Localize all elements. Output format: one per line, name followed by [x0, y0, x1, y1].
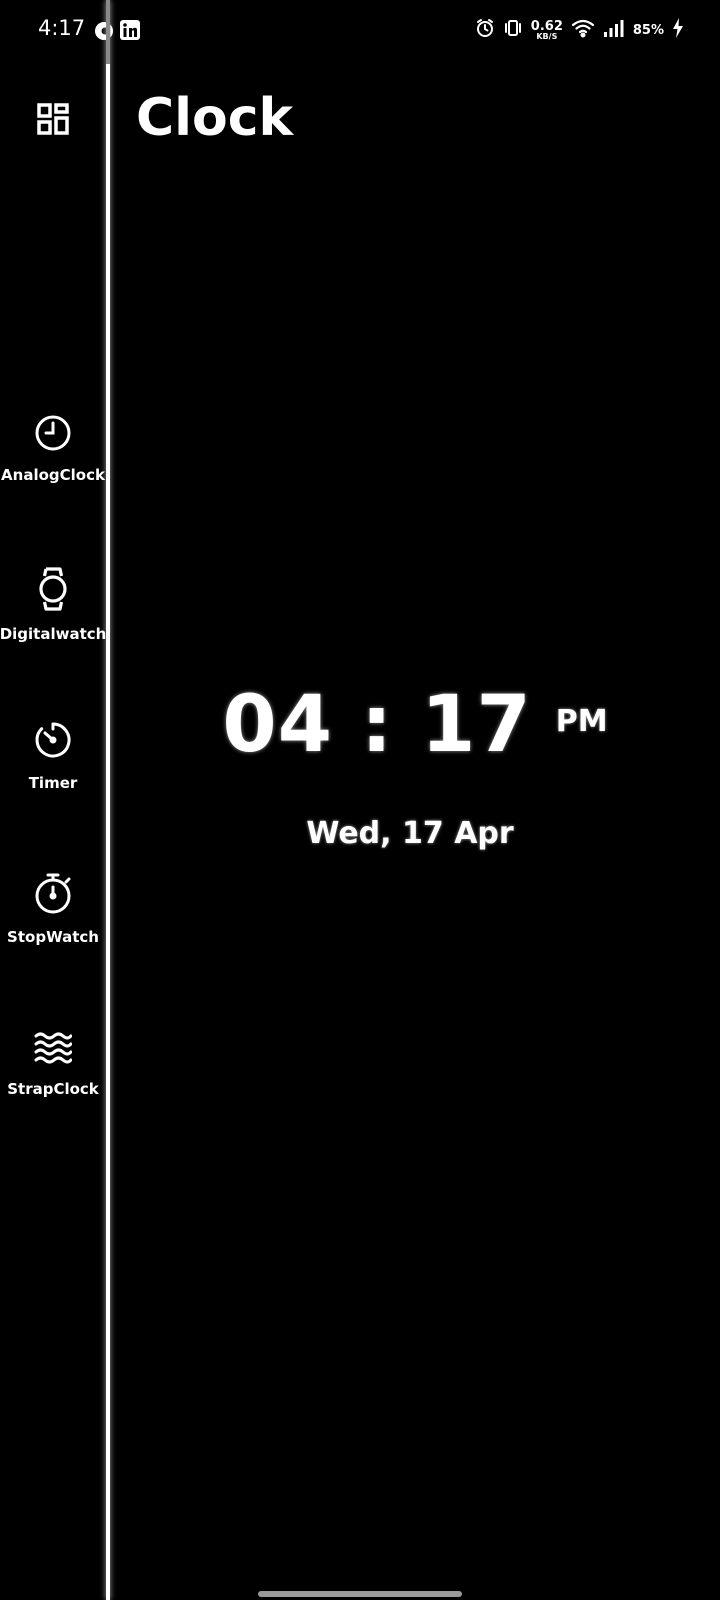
threads-icon — [94, 20, 114, 46]
signal-icon — [603, 19, 625, 41]
watch-icon — [36, 567, 70, 615]
analog-clock-icon — [34, 414, 72, 456]
sidebar-item-timer[interactable]: Timer — [0, 720, 106, 792]
clock-hours: 04 — [222, 680, 333, 770]
timer-icon — [33, 720, 73, 764]
status-indicators: 0.62 KB/S 85% — [475, 18, 684, 42]
net-speed-value: 0.62 — [530, 18, 563, 34]
wifi-icon — [571, 18, 595, 42]
sidebar-item-label: AnalogClock — [1, 466, 105, 484]
sidebar-item-strapclock[interactable]: StrapClock — [0, 1030, 106, 1098]
home-indicator[interactable] — [258, 1591, 462, 1597]
sidebar-item-analogclock[interactable]: AnalogClock — [0, 414, 106, 484]
dashboard-button[interactable] — [36, 102, 70, 136]
stopwatch-icon — [33, 872, 73, 918]
sidebar-item-label: Timer — [28, 774, 78, 792]
page-title: Clock — [136, 88, 294, 148]
vibrate-icon — [503, 18, 523, 42]
sidebar-item-label: Digitalwatch — [0, 625, 107, 643]
sidebar-item-label: StopWatch — [7, 928, 99, 946]
dashboard-icon — [36, 103, 70, 140]
digital-clock: 04 : 17 PM — [110, 680, 720, 770]
sidebar-item-label: StrapClock — [7, 1080, 99, 1098]
sidebar-divider-top — [106, 0, 110, 64]
sidebar-divider — [106, 0, 110, 1600]
clock-minutes: 17 — [421, 680, 532, 770]
sidebar: AnalogClock Digitalwatch Timer StopWatch… — [0, 64, 106, 1600]
notification-icons — [94, 20, 140, 46]
net-speed: 0.62 KB/S — [531, 20, 563, 41]
clock-separator: : — [360, 680, 394, 770]
battery-percent: 85% — [632, 22, 664, 38]
alarm-icon — [475, 18, 495, 42]
sidebar-item-digitalwatch[interactable]: Digitalwatch — [0, 567, 106, 643]
waves-icon — [34, 1030, 73, 1070]
sidebar-item-stopwatch[interactable]: StopWatch — [0, 872, 106, 946]
clock-ampm: PM — [555, 704, 608, 739]
clock-date: Wed, 17 Apr — [306, 816, 514, 851]
linkedin-icon — [120, 20, 140, 46]
charging-icon — [672, 18, 684, 42]
status-time: 4:17 — [38, 16, 86, 40]
net-speed-unit: KB/S — [536, 31, 558, 41]
screen: 4:17 0.62 KB/S 85% AnalogClock Digitalwa… — [0, 0, 720, 1600]
